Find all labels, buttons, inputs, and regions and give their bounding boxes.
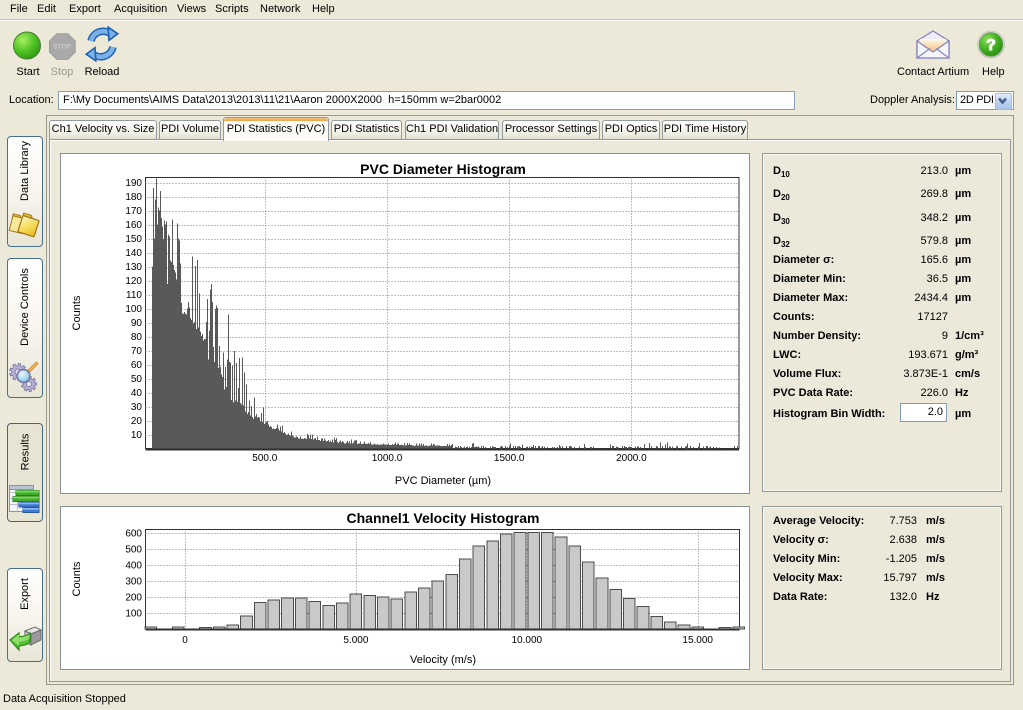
svg-text:500: 500 (125, 545, 142, 556)
svg-text:0: 0 (182, 635, 188, 646)
svg-text:5.000: 5.000 (343, 635, 368, 646)
svg-text:130: 130 (125, 262, 142, 273)
svg-text:15.000: 15.000 (682, 635, 713, 646)
svg-text:30: 30 (131, 402, 143, 413)
svg-text:1500.0: 1500.0 (494, 453, 525, 464)
svg-text:200: 200 (125, 593, 142, 604)
svg-text:90: 90 (131, 318, 143, 329)
svg-text:?: ? (986, 37, 995, 54)
svg-text:Channel1 Velocity Histogram: Channel1 Velocity Histogram (347, 510, 540, 526)
svg-text:400: 400 (125, 561, 142, 572)
svg-text:70: 70 (131, 346, 143, 357)
svg-text:50: 50 (131, 374, 143, 385)
svg-text:160: 160 (125, 220, 142, 231)
svg-text:140: 140 (125, 248, 142, 259)
svg-text:100: 100 (125, 304, 142, 315)
svg-text:10.000: 10.000 (512, 635, 543, 646)
svg-text:600: 600 (125, 529, 142, 540)
svg-text:300: 300 (125, 577, 142, 588)
svg-text:180: 180 (125, 192, 142, 203)
svg-text:120: 120 (125, 276, 142, 287)
svg-text:80: 80 (131, 332, 143, 343)
svg-text:170: 170 (125, 206, 142, 217)
svg-text:2000.0: 2000.0 (616, 453, 647, 464)
svg-text:500.0: 500.0 (252, 453, 277, 464)
svg-text:150: 150 (125, 234, 142, 245)
svg-text:Velocity (m/s): Velocity (m/s) (410, 654, 476, 666)
svg-text:40: 40 (131, 388, 143, 399)
svg-text:110: 110 (126, 290, 142, 301)
svg-text:10: 10 (131, 430, 143, 441)
svg-text:Counts: Counts (71, 561, 83, 596)
svg-text:PVC Diameter (µm): PVC Diameter (µm) (395, 475, 491, 487)
svg-text:20: 20 (131, 416, 143, 427)
svg-text:100: 100 (125, 609, 142, 620)
svg-text:PVC Diameter Histogram: PVC Diameter Histogram (360, 161, 526, 177)
svg-text:Counts: Counts (71, 295, 83, 330)
svg-text:1000.0: 1000.0 (372, 453, 403, 464)
svg-text:60: 60 (131, 360, 143, 371)
svg-text:STOP: STOP (53, 44, 71, 51)
svg-text:190: 190 (125, 178, 142, 189)
